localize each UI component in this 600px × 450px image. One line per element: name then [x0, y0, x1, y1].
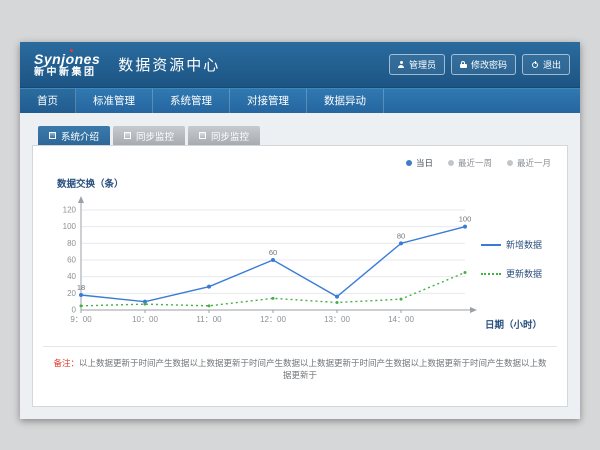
svg-text:11：00: 11：00 — [196, 315, 222, 324]
tab-grid-icon — [49, 132, 56, 139]
logo-text-cn: 新中新集团 — [34, 67, 100, 79]
svg-text:9：00: 9：00 — [70, 315, 92, 324]
svg-text:18: 18 — [77, 283, 85, 292]
logout-button[interactable]: 退出 — [522, 54, 570, 75]
lock-icon — [460, 61, 467, 68]
svg-text:20: 20 — [67, 289, 76, 298]
main-nav: 首页 标准管理 系统管理 对接管理 数据异动 — [20, 88, 580, 114]
admin-button[interactable]: 管理员 — [389, 54, 445, 75]
page-title: 数据资源中心 — [118, 54, 220, 75]
change-password-label: 修改密码 — [471, 58, 507, 71]
admin-button-label: 管理员 — [409, 58, 436, 71]
x-axis-title: 日期（小时） — [485, 317, 542, 331]
svg-text:80: 80 — [397, 231, 405, 240]
footnote: 备注：以上数据更新于时间产生数据以上数据更新于时间产生数据以上数据更新于时间产生… — [53, 358, 547, 382]
svg-text:14：00: 14：00 — [388, 315, 414, 324]
svg-text:60: 60 — [269, 248, 277, 257]
legend-new-data-label: 新增数据 — [506, 238, 542, 251]
legend-update-data-label: 更新数据 — [506, 267, 542, 280]
tab-sync-monitor-1[interactable]: 同步监控 — [113, 126, 185, 145]
tab-sync-monitor-2-label: 同步监控 — [211, 129, 249, 143]
filter-today[interactable]: 当日 — [406, 157, 433, 169]
logo-red-dot-icon — [70, 49, 73, 52]
tab-grid-icon — [124, 132, 131, 139]
company-logo: Synjones 新中新集团 — [34, 51, 100, 79]
logout-label: 退出 — [543, 58, 561, 71]
nav-item-data-change[interactable]: 数据异动 — [307, 89, 384, 114]
tab-sync-monitor-1-label: 同步监控 — [136, 129, 174, 143]
change-password-button[interactable]: 修改密码 — [451, 54, 516, 75]
svg-text:13：00: 13：00 — [324, 315, 350, 324]
content-area: 系统介绍 同步监控 同步监控 当日 最近一周 — [20, 113, 580, 419]
y-axis-title: 数据交换（条） — [57, 176, 124, 190]
filter-last-week[interactable]: 最近一周 — [448, 157, 492, 169]
legend-update-data[interactable]: 更新数据 — [481, 267, 561, 280]
app-window: Synjones 新中新集团 数据资源中心 管理员 修改密码 退出 首页 标准管… — [20, 42, 580, 419]
user-icon — [398, 61, 405, 68]
svg-text:40: 40 — [67, 272, 76, 281]
svg-text:100: 100 — [63, 222, 77, 231]
time-filter-legend: 当日 最近一周 最近一月 — [406, 157, 551, 169]
line-chart: 0 20 40 60 80 100 120 9：00 10：00 11：00 12：00 13：00 1… — [51, 192, 481, 332]
logo-text-en: Synjones — [34, 51, 100, 67]
svg-text:120: 120 — [63, 206, 77, 215]
filter-today-label: 当日 — [416, 157, 433, 169]
svg-text:80: 80 — [67, 239, 76, 248]
svg-text:60: 60 — [67, 256, 76, 265]
svg-text:12：00: 12：00 — [260, 315, 286, 324]
line-sample-icon — [481, 244, 501, 246]
chart-panel: 当日 最近一周 最近一月 数据交换（条） 0 20 40 60 80 100 120 9：00… — [32, 145, 568, 407]
filter-last-month-label: 最近一月 — [517, 157, 551, 169]
nav-item-system-management[interactable]: 系统管理 — [153, 89, 230, 114]
legend-dot-icon — [448, 160, 454, 166]
nav-item-home[interactable]: 首页 — [20, 89, 76, 114]
legend-new-data[interactable]: 新增数据 — [481, 238, 561, 251]
svg-text:10：00: 10：00 — [132, 315, 158, 324]
filter-last-month[interactable]: 最近一月 — [507, 157, 551, 169]
svg-text:100: 100 — [459, 215, 472, 224]
legend-dot-icon — [406, 160, 412, 166]
power-icon — [531, 61, 539, 69]
nav-item-standard-management[interactable]: 标准管理 — [76, 89, 153, 114]
footnote-text: 以上数据更新于时间产生数据以上数据更新于时间产生数据以上数据更新于时间产生数据以… — [79, 358, 547, 380]
nav-item-interface-management[interactable]: 对接管理 — [230, 89, 307, 114]
footnote-label: 备注： — [53, 358, 79, 368]
svg-text:0: 0 — [72, 306, 77, 315]
tab-grid-icon — [199, 132, 206, 139]
tab-system-intro[interactable]: 系统介绍 — [38, 126, 110, 145]
divider — [43, 346, 557, 347]
app-header: Synjones 新中新集团 数据资源中心 管理员 修改密码 退出 — [20, 42, 580, 88]
line-sample-icon — [481, 273, 501, 275]
tab-sync-monitor-2[interactable]: 同步监控 — [188, 126, 260, 145]
tab-system-intro-label: 系统介绍 — [61, 129, 99, 143]
filter-last-week-label: 最近一周 — [458, 157, 492, 169]
tab-bar: 系统介绍 同步监控 同步监控 — [32, 126, 568, 145]
header-actions: 管理员 修改密码 退出 — [389, 54, 570, 75]
series-legend: 新增数据 更新数据 — [481, 238, 561, 280]
legend-dot-icon — [507, 160, 513, 166]
